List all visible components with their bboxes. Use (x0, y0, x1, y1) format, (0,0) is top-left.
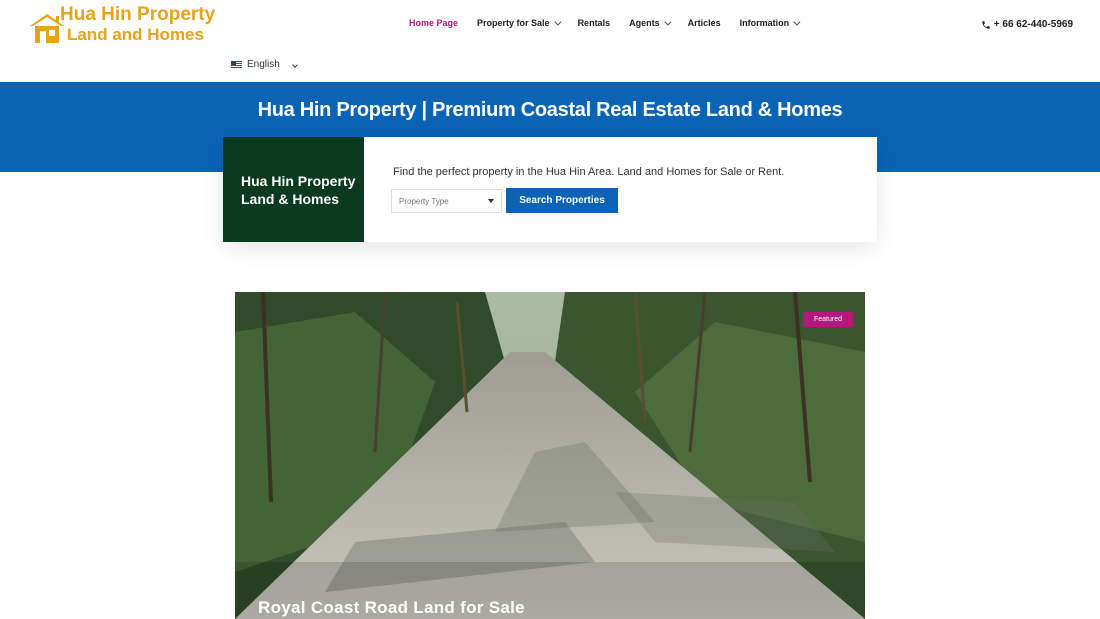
language-selector[interactable]: English (231, 59, 298, 70)
nav-agents-label: Agents (629, 18, 660, 28)
nav-rentals[interactable]: Rentals (578, 18, 611, 28)
search-card-heading: Hua Hin Property Land & Homes (241, 172, 355, 208)
nav-information-label: Information (739, 18, 790, 28)
chevron-down-icon (793, 18, 801, 26)
main-nav: Home Page Property for Sale Rentals Agen… (400, 18, 817, 28)
search-card-heading-line1: Hua Hin Property (241, 173, 356, 189)
nav-articles-label: Articles (687, 18, 721, 28)
language-label: English (247, 59, 280, 70)
nav-home-page-label: Home Page (409, 18, 459, 28)
nav-agents[interactable]: Agents (629, 18, 672, 28)
search-card: Hua Hin Property Land & Homes Find the p… (223, 137, 877, 242)
search-properties-button[interactable]: Search Properties (506, 188, 618, 213)
nav-information[interactable]: Information (739, 18, 801, 28)
phone-number: + 66 62-440-5969 (993, 19, 1073, 30)
site-logo[interactable]: Hua Hin Property Land and Homes (28, 4, 215, 46)
logo-text-line1: Hua Hin Property (60, 4, 216, 25)
chevron-down-icon (663, 18, 672, 26)
nav-articles[interactable]: Articles (688, 18, 721, 28)
nav-property-for-sale[interactable]: Property for Sale (477, 18, 562, 28)
property-type-select[interactable]: Property Type (391, 189, 502, 213)
logo-text-line2: Land and Homes (67, 25, 204, 44)
phone-link[interactable]: + 66 62-440-5969 (981, 19, 1073, 30)
listing-title[interactable]: Royal Coast Road Land for Sale (258, 598, 525, 618)
chevron-down-icon (292, 61, 298, 68)
nav-property-for-sale-label: Property for Sale (477, 18, 550, 28)
search-description: Find the perfect property in the Hua Hin… (393, 166, 785, 178)
search-card-side-panel: Hua Hin Property Land & Homes (223, 137, 364, 242)
nav-home-page[interactable]: Home Page (409, 18, 458, 28)
caret-down-icon (488, 199, 494, 203)
site-header: Hua Hin Property Land and Homes Home Pag… (0, 0, 1100, 82)
featured-badge: Featured (802, 312, 853, 327)
nav-rentals-label: Rentals (577, 18, 611, 28)
chevron-down-icon (553, 18, 562, 26)
phone-icon (982, 20, 990, 29)
property-type-placeholder: Property Type (399, 196, 449, 206)
us-flag-icon (231, 60, 242, 69)
featured-listing-card[interactable]: Featured Royal Coast Road Land for Sale (235, 292, 865, 619)
search-card-heading-line2: Land & Homes (241, 191, 340, 207)
page-title: Hua Hin Property | Premium Coastal Real … (257, 99, 843, 121)
listing-photo (235, 292, 865, 619)
